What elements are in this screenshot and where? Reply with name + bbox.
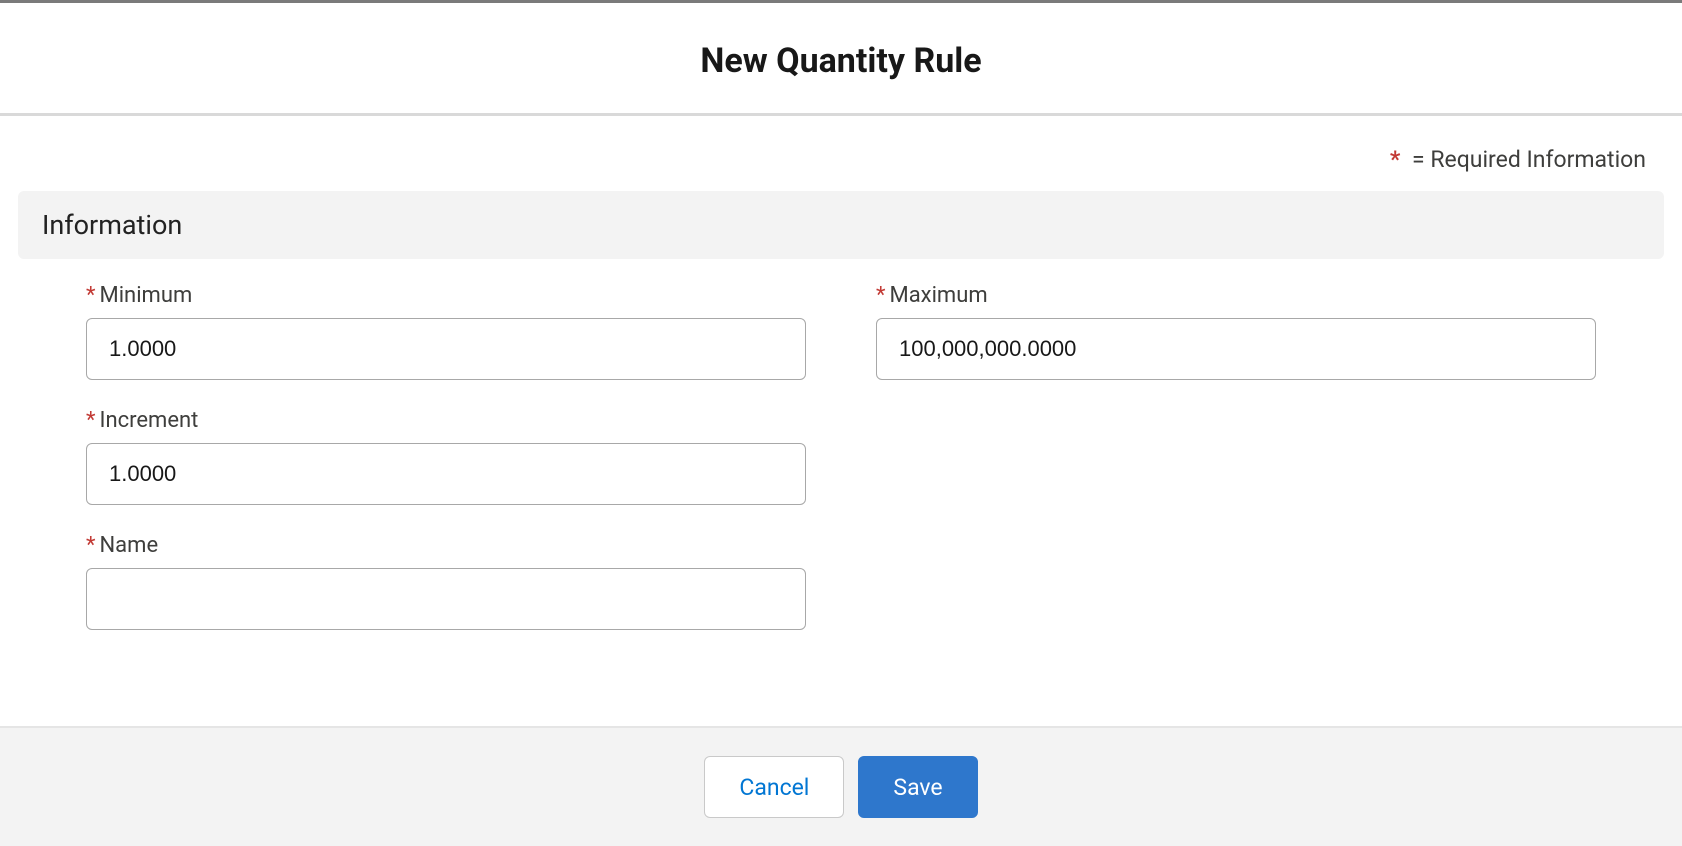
label-name: *Name [86, 533, 806, 558]
label-text-increment: Increment [99, 408, 198, 433]
input-minimum[interactable] [86, 318, 806, 380]
required-asterisk-icon: * [876, 283, 885, 308]
label-text-maximum: Maximum [889, 283, 987, 308]
label-text-minimum: Minimum [99, 283, 192, 308]
section-title: Information [42, 209, 1640, 241]
required-asterisk-icon: * [86, 533, 95, 558]
field-maximum: *Maximum [876, 283, 1596, 380]
label-maximum: *Maximum [876, 283, 1596, 308]
field-increment: *Increment [86, 408, 806, 505]
cancel-button[interactable]: Cancel [704, 756, 844, 818]
field-minimum: *Minimum [86, 283, 806, 380]
required-asterisk-icon: * [1390, 146, 1400, 173]
empty-cell [876, 533, 1596, 630]
modal-header: New Quantity Rule [0, 3, 1682, 116]
section-header-information: Information [18, 191, 1664, 259]
input-increment[interactable] [86, 443, 806, 505]
required-asterisk-icon: * [86, 283, 95, 308]
input-maximum[interactable] [876, 318, 1596, 380]
modal-content: * = Required Information Information *Mi… [0, 116, 1682, 726]
required-info-text: = Required Information [1412, 146, 1646, 173]
required-info-note: * = Required Information [18, 146, 1664, 173]
required-asterisk-icon: * [86, 408, 95, 433]
empty-cell [876, 408, 1596, 505]
label-increment: *Increment [86, 408, 806, 433]
label-text-name: Name [99, 533, 158, 558]
modal-footer: Cancel Save [0, 726, 1682, 846]
modal-title: New Quantity Rule [0, 41, 1682, 81]
field-name: *Name [86, 533, 806, 630]
input-name[interactable] [86, 568, 806, 630]
save-button[interactable]: Save [858, 756, 977, 818]
label-minimum: *Minimum [86, 283, 806, 308]
form-grid: *Minimum *Maximum *Increment *Name [18, 283, 1664, 630]
